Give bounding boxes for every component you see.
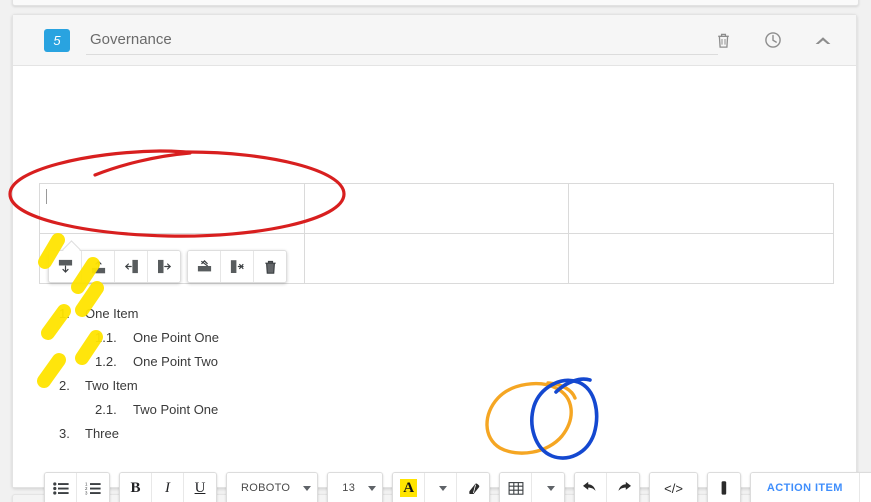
- delete-table-icon[interactable]: [254, 251, 286, 282]
- chevron-down-icon: [439, 485, 448, 491]
- collapse-icon[interactable]: [812, 29, 834, 51]
- insert-row-below-icon[interactable]: [49, 251, 82, 282]
- list-item-text: One Point Two: [133, 354, 219, 369]
- underline-label: U: [194, 479, 206, 496]
- table-cell[interactable]: [568, 183, 834, 234]
- code-label: </>: [664, 480, 683, 496]
- undo-icon[interactable]: [575, 473, 608, 502]
- text-color-glyph: A: [400, 479, 418, 497]
- text-style-group: B I U: [119, 472, 217, 502]
- font-size-label: 13: [342, 482, 356, 494]
- action-item-button[interactable]: ACTION ITEM: [750, 473, 860, 502]
- bullet-list-icon[interactable]: [45, 473, 77, 502]
- table-cell[interactable]: [303, 183, 570, 234]
- table-insert-group: [48, 250, 181, 283]
- list-item[interactable]: 1.2. One Point Two: [59, 350, 619, 374]
- italic-button[interactable]: I: [152, 473, 184, 502]
- chevron-down-icon: [546, 485, 555, 491]
- chevron-down-icon: [368, 485, 377, 491]
- font-size-group: 13: [327, 472, 384, 502]
- list-item[interactable]: 2.1. Two Point One: [59, 398, 619, 422]
- document-list[interactable]: 1. One Item 1.1. One Point One 1.2. One Poi…: [59, 302, 619, 446]
- highlight-eraser-icon[interactable]: [457, 473, 490, 502]
- table-group: [499, 472, 566, 502]
- motion-button[interactable]: MOTION: [859, 473, 871, 502]
- list-item[interactable]: 3. Three: [59, 422, 619, 446]
- attachment-icon[interactable]: [707, 473, 740, 502]
- card-header-actions: [712, 29, 834, 51]
- font-family-select[interactable]: ROBOTO: [227, 473, 318, 502]
- list-item-number: 1.: [59, 306, 70, 321]
- table-cell[interactable]: [303, 233, 570, 284]
- list-item-text: One Item: [85, 306, 139, 321]
- font-size-select[interactable]: 13: [328, 473, 383, 502]
- agenda-number-badge: 5: [44, 29, 70, 52]
- svg-text:3: 3: [85, 490, 88, 494]
- color-group: A: [392, 472, 491, 502]
- list-item-number: 1.2.: [95, 354, 117, 369]
- font-family-group: ROBOTO: [226, 472, 319, 502]
- agenda-item-card: 5 Governance 1. One Item 1.1. One Point …: [12, 14, 871, 502]
- action-item-label: ACTION ITEM: [766, 482, 843, 494]
- attachment-group: [706, 472, 741, 502]
- insert-table-icon[interactable]: [500, 473, 533, 502]
- list-item[interactable]: 1. One Item: [59, 302, 619, 326]
- insert-column-left-icon[interactable]: [115, 251, 148, 282]
- table-dropdown-button[interactable]: [532, 473, 565, 502]
- delete-row-icon[interactable]: [188, 251, 221, 282]
- table-row[interactable]: [39, 183, 834, 234]
- text-color-button[interactable]: A: [393, 473, 426, 502]
- previous-agenda-card[interactable]: [12, 0, 859, 6]
- table-delete-group: [187, 250, 287, 283]
- card-header: 5: [13, 15, 856, 66]
- list-item[interactable]: 2. Two Item: [59, 374, 619, 398]
- table-cell[interactable]: [568, 233, 834, 284]
- color-dropdown-button[interactable]: [425, 473, 458, 502]
- list-item-number: 2.: [59, 378, 70, 393]
- motion-label: MOTION: [866, 482, 871, 494]
- table-context-toolbar: [48, 250, 287, 283]
- list-item-number: 1.1.: [95, 330, 117, 345]
- list-group: 1 2 3: [44, 472, 110, 502]
- history-icon[interactable]: [762, 29, 784, 51]
- bold-button[interactable]: B: [120, 473, 152, 502]
- insert-tag-group: ACTION ITEM MOTION NEXT: [749, 472, 871, 502]
- agenda-title-input[interactable]: [86, 28, 718, 55]
- code-button[interactable]: </>: [650, 473, 697, 502]
- font-family-label: ROBOTO: [241, 482, 291, 494]
- chevron-down-icon: [303, 485, 312, 491]
- table-cell[interactable]: [39, 183, 305, 234]
- underline-button[interactable]: U: [184, 473, 216, 502]
- italic-label: I: [165, 479, 170, 496]
- list-item[interactable]: 1.1. One Point One: [59, 326, 619, 350]
- redo-icon[interactable]: [607, 473, 640, 502]
- list-item-text: Three: [85, 426, 119, 441]
- insert-row-above-icon[interactable]: [82, 251, 115, 282]
- delete-icon[interactable]: [712, 29, 734, 51]
- editor-body[interactable]: 1. One Item 1.1. One Point One 1.2. One Poi…: [13, 66, 871, 502]
- code-group: </>: [649, 472, 698, 502]
- numbered-list-icon[interactable]: 1 2 3: [77, 473, 109, 502]
- screenshot-stage: 5 Governance 1. One Item 1.1. One Point …: [0, 0, 871, 502]
- bold-label: B: [130, 479, 141, 496]
- list-item-number: 3.: [59, 426, 70, 441]
- insert-column-right-icon[interactable]: [148, 251, 180, 282]
- list-item-text: Two Point One: [133, 402, 219, 417]
- text-caret: [46, 189, 47, 204]
- delete-column-icon[interactable]: [221, 251, 254, 282]
- editor-toolbar: 1 2 3 B I U ROBOTO 13 A </> ACTION ITEM: [44, 472, 871, 502]
- history-group: [574, 472, 641, 502]
- list-item-text: Two Item: [85, 378, 138, 393]
- list-item-number: 2.1.: [95, 402, 117, 417]
- list-item-text: One Point One: [133, 330, 219, 345]
